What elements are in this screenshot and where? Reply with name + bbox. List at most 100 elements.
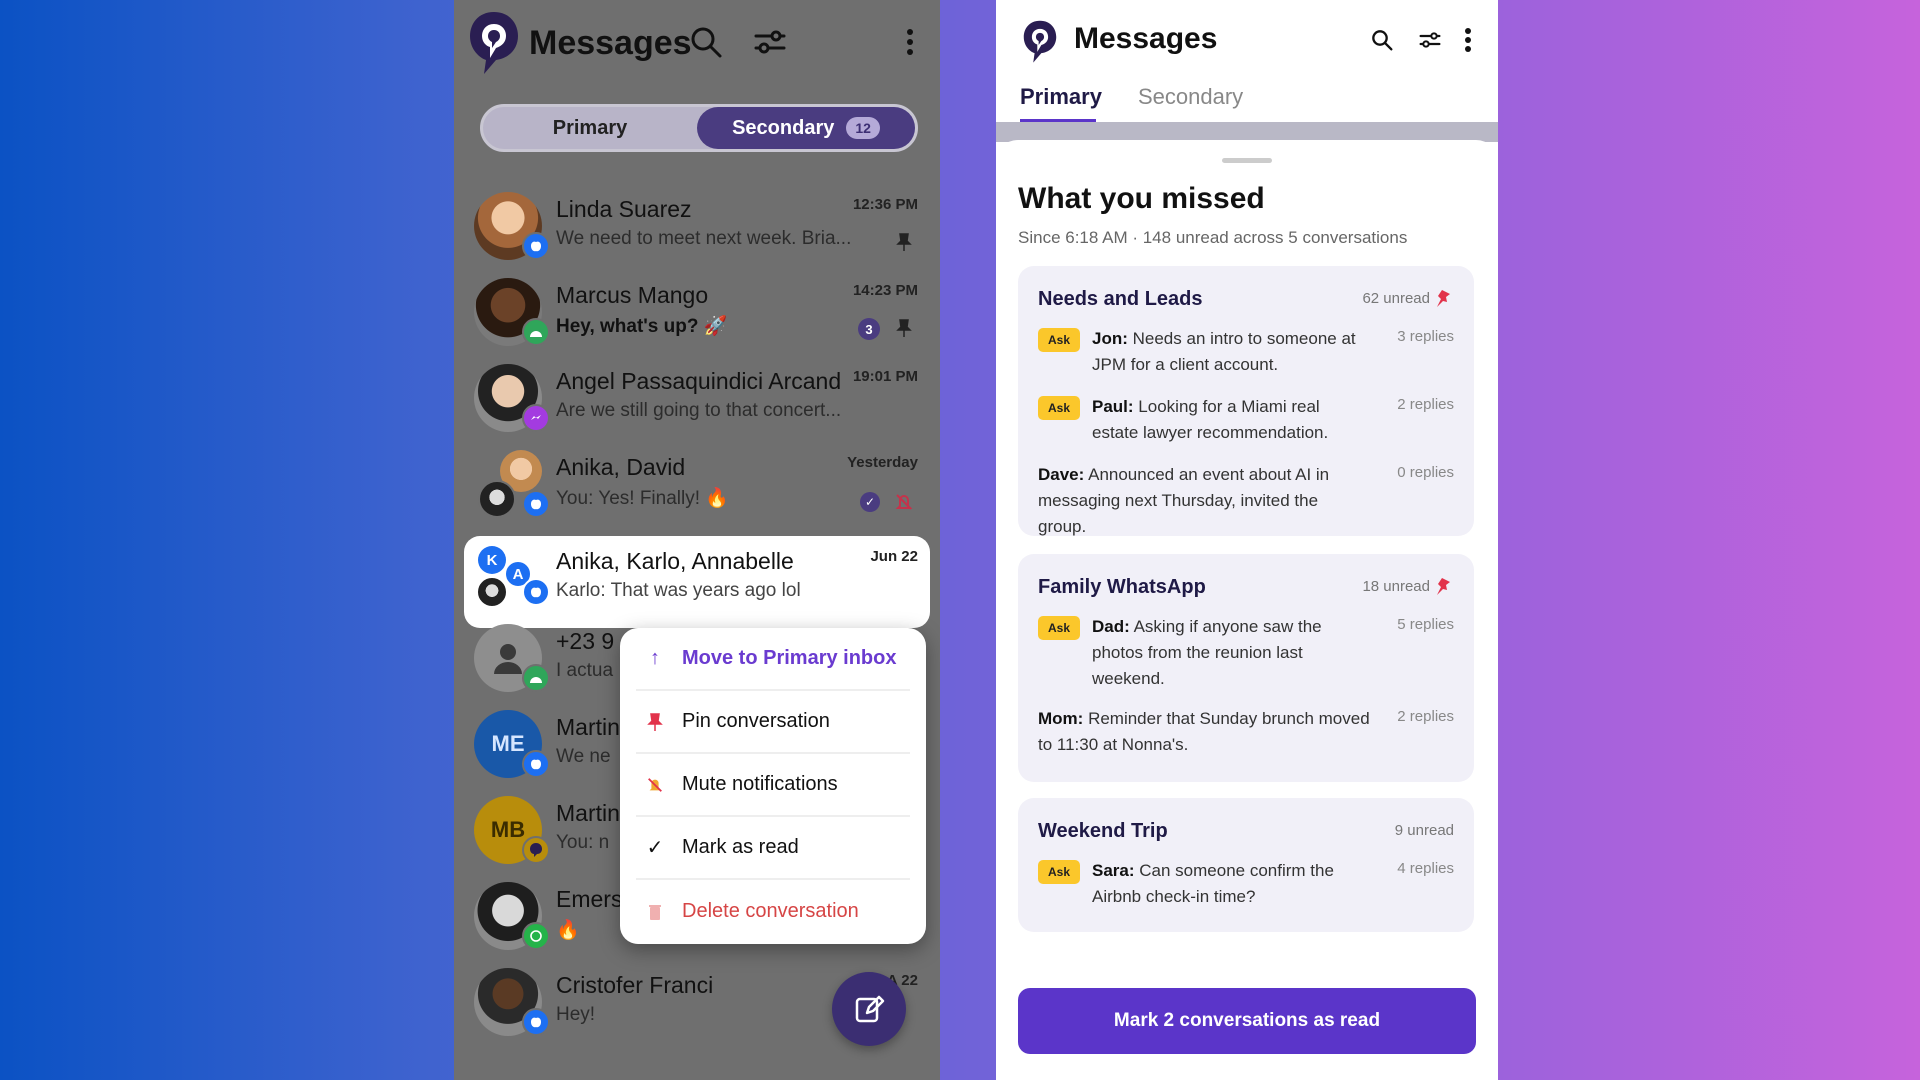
- right-phone-screen: Messages Primary Secondary What you miss…: [996, 0, 1498, 1080]
- timestamp: 12:36 PM: [852, 196, 918, 213]
- summary-text: Paul: Looking for a Miami real estate la…: [1092, 394, 1362, 446]
- summary-item[interactable]: Dave: Announced an event about AI in mes…: [1038, 462, 1454, 536]
- segment-primary[interactable]: Primary: [483, 107, 697, 149]
- unread-count-badge: 12: [846, 117, 880, 139]
- search-icon[interactable]: [688, 24, 724, 60]
- contact-name: Martin: [556, 800, 620, 826]
- contact-name: Cristofer Franci: [556, 972, 714, 998]
- inbox-segmented-control: Primary Secondary 12: [480, 104, 918, 152]
- menu-item-label: Pin conversation: [682, 710, 830, 732]
- pin-icon: [896, 319, 912, 337]
- menu-item-label: Move to Primary inbox: [682, 647, 897, 669]
- timestamp: 19:01 PM: [852, 368, 918, 385]
- apple-icon: [522, 578, 550, 606]
- filter-icon[interactable]: [752, 24, 788, 60]
- message-preview: 🔥: [556, 920, 580, 941]
- avatar-initial: K: [478, 546, 506, 574]
- summary-item[interactable]: Ask Dad: Asking if anyone saw the photos…: [1038, 614, 1454, 694]
- page-title: Messages: [1074, 22, 1218, 55]
- mark-as-read-button[interactable]: Mark 2 conversations as read: [1018, 988, 1476, 1054]
- sheet-title: What you missed: [1018, 182, 1265, 215]
- card-title: Family WhatsApp: [1038, 576, 1206, 598]
- logo-icon: [1023, 20, 1057, 63]
- compose-button[interactable]: [832, 972, 906, 1046]
- more-vert-icon[interactable]: [892, 24, 928, 60]
- conversation-summary-card[interactable]: Needs and Leads 62 unread Ask Jon: Needs…: [1018, 266, 1474, 536]
- mute-icon: [648, 777, 662, 792]
- reply-count: 4 replies: [1397, 860, 1454, 877]
- filter-icon[interactable]: [1418, 28, 1442, 52]
- contact-name: Angel Passaquindici Arcand: [556, 368, 842, 394]
- search-icon[interactable]: [1370, 28, 1394, 52]
- contact-name: Anika, David: [556, 454, 686, 480]
- summary-text: Mom: Reminder that Sunday brunch moved t…: [1038, 706, 1378, 758]
- unread-count: 9 unread: [1394, 822, 1454, 839]
- whatsapp-icon: [522, 922, 550, 950]
- summary-item[interactable]: Mom: Reminder that Sunday brunch moved t…: [1038, 706, 1454, 762]
- conversation-summary-card[interactable]: Weekend Trip 9 unread Ask Sara: Can some…: [1018, 798, 1474, 932]
- contact-name: +23 9: [556, 628, 615, 654]
- conversation-row[interactable]: Anika, David You: Yes! Finally! 🔥 Yester…: [466, 442, 928, 528]
- message-preview: We need to meet next week. Bria...: [556, 228, 852, 249]
- ask-badge: Ask: [1038, 328, 1081, 352]
- reply-count: 0 replies: [1397, 464, 1454, 481]
- message-summary: Reminder that Sunday brunch moved to 11:…: [1038, 709, 1370, 754]
- menu-item-pin[interactable]: Pin conversation: [636, 691, 910, 754]
- message-preview: Hey!: [556, 1004, 596, 1025]
- message-preview: I actua: [556, 660, 614, 681]
- segment-secondary-label: Secondary: [732, 116, 835, 139]
- page-title: Messages: [529, 24, 692, 62]
- conversation-row-selected[interactable]: K A Anika, Karlo, Annabelle Karlo: That …: [464, 536, 930, 628]
- sender-name: Sara:: [1092, 861, 1135, 880]
- backdrop: [996, 122, 1498, 142]
- tab-secondary[interactable]: Secondary: [1138, 84, 1243, 110]
- menu-item-delete[interactable]: Delete conversation: [636, 880, 910, 943]
- avatar: [476, 576, 508, 608]
- pin-icon[interactable]: [1434, 288, 1454, 308]
- tab-primary[interactable]: Primary: [1020, 84, 1102, 110]
- check-icon: ✓: [646, 837, 664, 859]
- conversation-row[interactable]: Marcus Mango Hey, what's up? 🚀 14:23 PM …: [466, 270, 928, 356]
- menu-item-mark-read[interactable]: ✓ Mark as read: [636, 817, 910, 880]
- apple-icon: [522, 490, 550, 518]
- logo-icon: [470, 12, 518, 74]
- sender-name: Paul:: [1092, 397, 1134, 416]
- contact-name: Emers: [556, 886, 623, 912]
- android-icon: [522, 664, 550, 692]
- summary-item[interactable]: Ask Sara: Can someone confirm the Airbnb…: [1038, 858, 1454, 914]
- summary-text: Jon: Needs an intro to someone at JPM fo…: [1092, 326, 1362, 378]
- message-preview: Are we still going to that concert...: [556, 400, 842, 421]
- conversation-row[interactable]: Angel Passaquindici Arcand Are we still …: [466, 356, 928, 442]
- unread-count: 62 unread: [1362, 290, 1430, 307]
- more-vert-icon[interactable]: [1456, 26, 1480, 54]
- avatar: [478, 480, 516, 518]
- menu-item-move-to-primary[interactable]: ↑ Move to Primary inbox: [636, 628, 910, 691]
- unread-badge: 3: [858, 318, 880, 340]
- read-check-icon: ✓: [860, 492, 880, 512]
- messenger-icon: [522, 404, 550, 432]
- pin-icon: [896, 233, 912, 251]
- summary-text: Dad: Asking if anyone saw the photos fro…: [1092, 614, 1362, 692]
- trash-icon: [649, 904, 661, 920]
- contact-name: Linda Suarez: [556, 196, 692, 222]
- sender-name: Jon:: [1092, 329, 1128, 348]
- android-icon: [522, 318, 550, 346]
- contact-name: Martin: [556, 714, 620, 740]
- summary-bottom-sheet: What you missed Since 6:18 AM · 148 unre…: [996, 140, 1498, 1080]
- apple-icon: [522, 232, 550, 260]
- sheet-drag-handle[interactable]: [1222, 158, 1272, 163]
- conversation-row[interactable]: Linda Suarez We need to meet next week. …: [466, 184, 928, 270]
- menu-item-mute[interactable]: Mute notifications: [636, 754, 910, 817]
- message-preview: Hey, what's up? 🚀: [556, 316, 728, 337]
- conversation-summary-card[interactable]: Family WhatsApp 18 unread Ask Dad: Askin…: [1018, 554, 1474, 782]
- message-preview: You: n: [556, 832, 610, 853]
- summary-item[interactable]: Ask Paul: Looking for a Miami real estat…: [1038, 394, 1454, 450]
- compose-icon: [855, 995, 885, 1023]
- summary-item[interactable]: Ask Jon: Needs an intro to someone at JP…: [1038, 326, 1454, 382]
- card-title: Needs and Leads: [1038, 288, 1203, 310]
- segment-secondary[interactable]: Secondary 12: [697, 107, 915, 149]
- pin-icon[interactable]: [1434, 576, 1454, 596]
- reply-count: 2 replies: [1397, 708, 1454, 725]
- context-menu: ↑ Move to Primary inbox Pin conversation…: [620, 628, 926, 944]
- app-header: Messages: [454, 0, 940, 88]
